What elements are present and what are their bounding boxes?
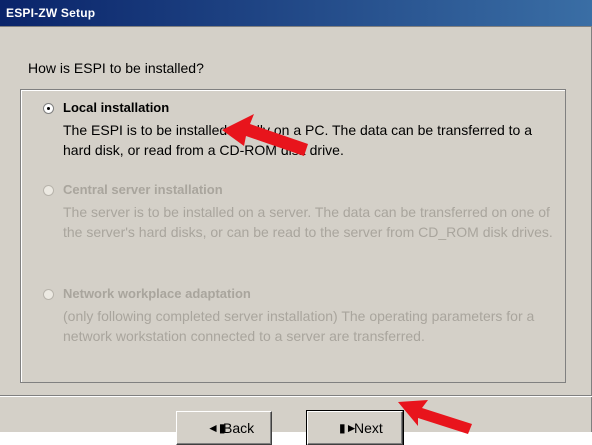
next-button[interactable]: ▮► Next xyxy=(306,410,404,445)
option-description: The ESPI is to be installed locally on a… xyxy=(63,122,533,158)
next-button-label: Next xyxy=(354,420,383,436)
option-label[interactable]: Local installation xyxy=(63,100,169,115)
back-button-label: Back xyxy=(223,420,255,436)
back-button[interactable]: ◄▮ Back xyxy=(176,411,272,445)
option-label: Network workplace adaptation xyxy=(63,286,251,301)
title-bar[interactable]: ESPI-ZW Setup xyxy=(0,0,592,26)
radio-central-server-installation xyxy=(43,185,54,196)
window-title: ESPI-ZW Setup xyxy=(6,6,96,20)
option-description: (only following completed server install… xyxy=(63,308,535,344)
setup-dialog: ESPI-ZW Setup How is ESPI to be installe… xyxy=(0,0,592,445)
button-bar-divider xyxy=(0,395,592,397)
radio-network-workplace-adaptation xyxy=(43,289,54,300)
option-label: Central server installation xyxy=(63,182,223,197)
red-arrow-icon xyxy=(222,114,308,156)
radio-local-installation[interactable] xyxy=(43,103,54,114)
install-question: How is ESPI to be installed? xyxy=(28,60,204,76)
red-arrow-icon xyxy=(398,400,472,434)
dialog-body: How is ESPI to be installed? Local insta… xyxy=(0,27,592,445)
option-description: The server is to be installed on a serve… xyxy=(63,204,553,240)
